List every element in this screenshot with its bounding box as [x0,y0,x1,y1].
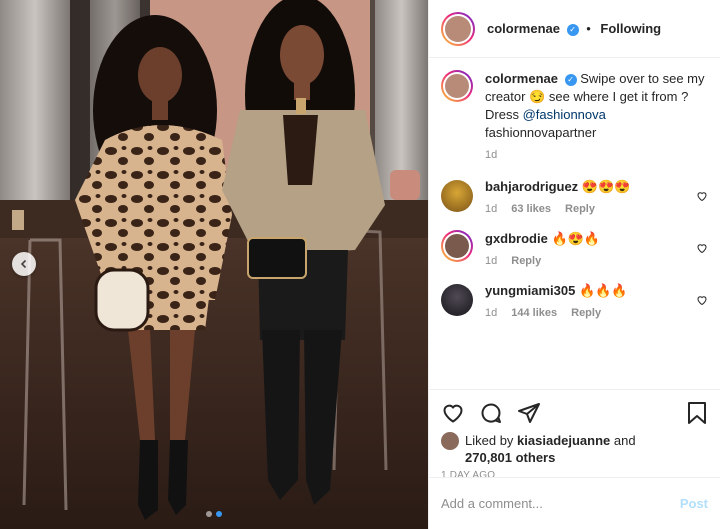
liked-by-label: Liked by [465,433,514,448]
caption-username[interactable]: colormenae [485,71,558,86]
comment-text: 😍😍😍 [581,179,631,194]
instagram-post-modal: colormenae ✓ • Following colormenae ✓ Sw… [0,0,720,529]
chevron-left-icon [20,259,27,269]
comments-list: colormenae ✓ Swipe over to see my creato… [429,58,720,389]
post-header: colormenae ✓ • Following [429,0,720,58]
photo-illustration [0,0,428,529]
comment-username[interactable]: bahjarodriguez [485,179,578,194]
previous-photo-button[interactable] [12,252,36,276]
post-details-panel: colormenae ✓ • Following colormenae ✓ Sw… [428,0,720,529]
liker-username[interactable]: kiasiadejuanne [517,433,610,448]
comment-time: 1d [485,307,498,319]
likes-count[interactable]: 270,801 others [465,450,555,465]
comment-username[interactable]: yungmiami305 [485,283,575,298]
share-icon[interactable] [517,401,541,425]
caption-avatar[interactable] [441,70,473,102]
comment-row: gxdbrodie 🔥😍🔥 1d Reply [441,230,708,270]
verified-badge-icon: ✓ [564,73,577,86]
comment-row: bahjarodriguez 😍😍😍 1d 63 likes Reply [441,178,708,218]
reply-button[interactable]: Reply [565,200,595,218]
likes-and: and [613,433,636,448]
author-avatar[interactable] [441,11,475,46]
commenter-avatar[interactable] [441,180,473,212]
comment-likes[interactable]: 144 likes [511,304,557,322]
comment-like-heart-icon[interactable] [696,242,708,254]
comment-text: 🔥😍🔥 [551,231,601,246]
bookmark-icon[interactable] [686,401,708,425]
post-comment-button[interactable]: Post [680,496,708,511]
carousel-dot[interactable] [206,511,212,517]
add-comment-bar: Post [429,477,720,529]
carousel-dots [0,511,428,517]
caption-time: 1d [485,149,498,161]
verified-badge-icon: ✓ [566,23,579,36]
comment-like-heart-icon[interactable] [696,294,708,306]
comment-like-heart-icon[interactable] [696,190,708,202]
header-separator: • [586,21,591,36]
comment-username[interactable]: gxdbrodie [485,231,548,246]
action-icons [441,398,708,428]
comment-row: yungmiami305 🔥🔥🔥 1d 144 likes Reply [441,282,708,322]
comment-time: 1d [485,255,498,267]
commenter-avatar[interactable] [441,284,473,316]
liker-avatar[interactable] [441,432,459,450]
mention-link[interactable]: @fashionnova [523,107,606,122]
heart-icon[interactable] [441,401,465,425]
following-button[interactable]: Following [600,21,661,36]
carousel-dot-active[interactable] [216,511,222,517]
likes-summary: Liked by kiasiadejuanne and 270,801 othe… [441,432,708,466]
comment-likes[interactable]: 63 likes [511,200,551,218]
comment-text: 🔥🔥🔥 [578,283,628,298]
reply-button[interactable]: Reply [511,252,541,270]
post-photo[interactable] [0,0,428,529]
reply-button[interactable]: Reply [571,304,601,322]
caption-hashtag: fashionnovapartner [485,125,597,140]
commenter-avatar[interactable] [441,230,473,262]
comment-time: 1d [485,203,498,215]
comment-icon[interactable] [479,401,503,425]
caption: colormenae ✓ Swipe over to see my creato… [441,70,708,164]
author-username[interactable]: colormenae [487,21,560,36]
comment-input[interactable] [441,496,680,511]
